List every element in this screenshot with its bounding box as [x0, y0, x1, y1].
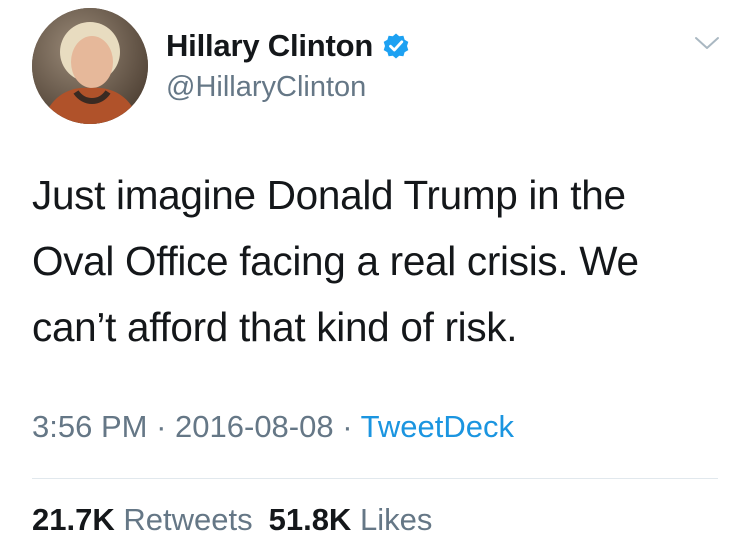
meta-separator: ·	[342, 409, 353, 444]
profile-photo	[32, 8, 148, 124]
retweets-stat[interactable]: 21.7K Retweets	[32, 502, 253, 537]
retweets-label: Retweets	[123, 502, 253, 537]
likes-stat[interactable]: 51.8K Likes	[269, 502, 433, 537]
display-name[interactable]: Hillary Clinton	[166, 28, 373, 64]
likes-count: 51.8K	[268, 502, 352, 537]
tweet-meta: 3:56 PM · 2016-08-08 · TweetDeck	[32, 409, 514, 445]
verified-badge-icon	[381, 31, 411, 61]
tweet-text-line: Just imagine Donald Trump in the	[32, 172, 626, 218]
tweet-text: Just imagine Donald Trump in the Oval Of…	[32, 162, 722, 360]
tweet-text-line: can’t afford that kind of risk.	[32, 304, 518, 350]
tweet-date[interactable]: 2016-08-08	[175, 409, 334, 444]
divider	[32, 478, 718, 479]
tweet-stats: 21.7K Retweets 51.8K Likes	[32, 502, 432, 538]
tweet-source-link[interactable]: TweetDeck	[361, 409, 514, 444]
likes-label: Likes	[359, 502, 433, 537]
avatar[interactable]	[32, 8, 148, 124]
chevron-down-icon[interactable]	[690, 30, 724, 56]
meta-separator: ·	[156, 409, 167, 444]
retweets-count: 21.7K	[32, 502, 115, 537]
tweet-time[interactable]: 3:56 PM	[32, 409, 147, 444]
user-handle[interactable]: @HillaryClinton	[166, 71, 366, 104]
tweet-text-line: Oval Office facing a real crisis. We	[32, 238, 639, 284]
user-name-row: Hillary Clinton	[166, 26, 411, 66]
